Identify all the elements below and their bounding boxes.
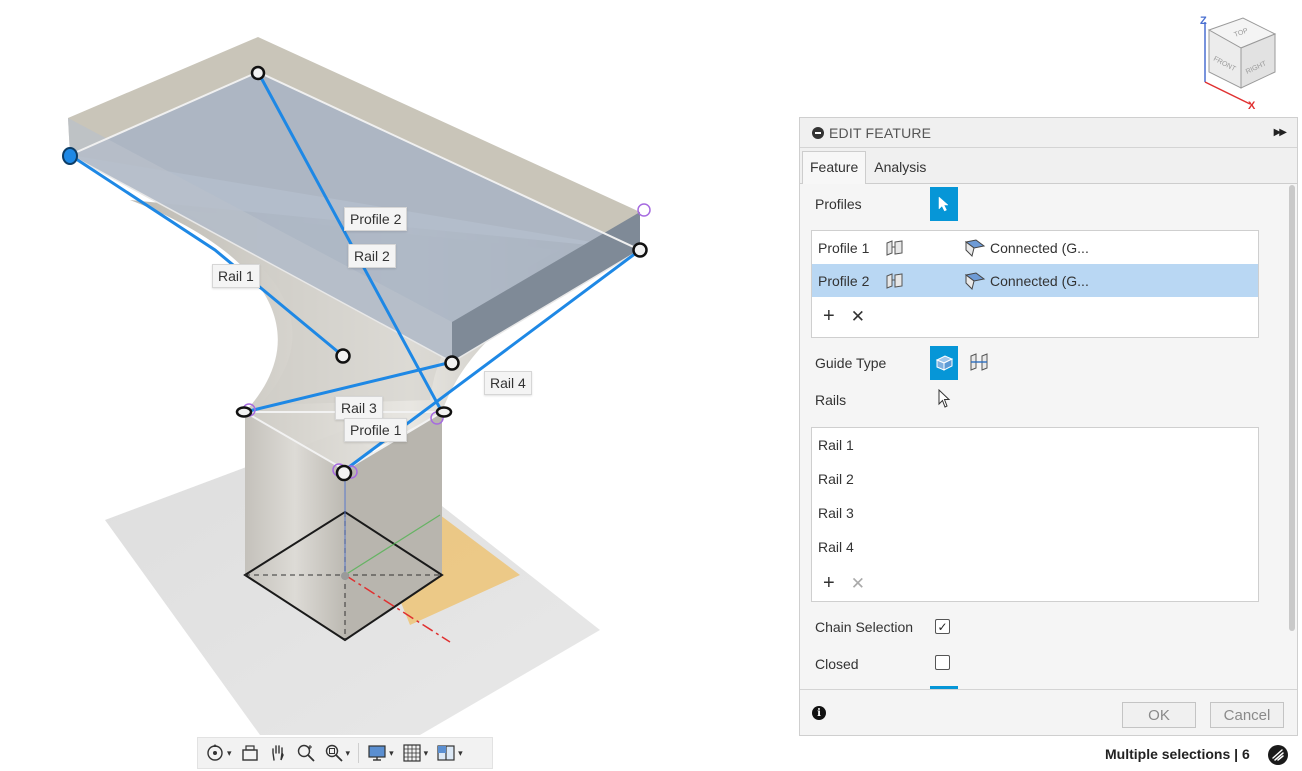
rail-row[interactable]: Rail 3: [812, 496, 1258, 530]
zoom-icon: [297, 744, 315, 762]
orbit-icon: [207, 744, 223, 761]
cancel-button[interactable]: Cancel: [1210, 702, 1284, 728]
fit-icon: [325, 744, 343, 762]
add-profile-button[interactable]: +: [823, 306, 835, 326]
dialog-title: EDIT FEATURE: [829, 124, 932, 141]
guide-type-label: Guide Type: [815, 355, 887, 371]
selection-filter-icon[interactable]: [1268, 745, 1288, 765]
display-settings-icon: [368, 745, 386, 761]
rail-row[interactable]: Rail 1: [812, 428, 1258, 462]
navigation-toolbar: ▾ ▾ ▾ ▾ ▾: [197, 737, 493, 769]
axis-z-label: Z: [1200, 15, 1207, 27]
canvas-viewport[interactable]: Profile 2 Rail 2 Rail 1 Rail 4 Rail 3 Pr…: [0, 0, 790, 771]
centerline-guide-icon: [970, 353, 988, 371]
dialog-header[interactable]: EDIT FEATURE ▶▶: [800, 118, 1297, 148]
callout-profile-1: Profile 1: [344, 418, 408, 442]
dialog-footer: i OK Cancel: [800, 689, 1297, 735]
remove-profile-button[interactable]: ✕: [851, 308, 865, 325]
callout-rail-4: Rail 4: [484, 371, 532, 395]
rail-row[interactable]: Rail 4: [812, 530, 1258, 564]
chain-selection-label: Chain Selection: [815, 619, 914, 635]
connected-icon[interactable]: [964, 271, 986, 290]
orbit-button[interactable]: ▾: [202, 740, 235, 766]
display-settings-button[interactable]: ▾: [364, 740, 397, 766]
ok-button[interactable]: OK: [1122, 702, 1196, 728]
tab-feature[interactable]: Feature: [802, 151, 867, 184]
profiles-select-button[interactable]: [930, 187, 958, 221]
zoom-button[interactable]: [293, 740, 319, 766]
guide-type-centerline-button[interactable]: [968, 351, 990, 378]
remove-rail-button[interactable]: ✕: [851, 575, 865, 592]
selected-vertex-handle[interactable]: [62, 147, 78, 165]
rails-list-actions: + ✕: [812, 564, 1258, 602]
collapse-icon[interactable]: [812, 126, 824, 139]
axis-x-label: X: [1248, 100, 1256, 110]
rails-list: Rail 1 Rail 2 Rail 3 Rail 4 + ✕: [811, 427, 1259, 602]
closed-checkbox[interactable]: [935, 655, 950, 670]
profile-continuity[interactable]: Connected (G...: [990, 240, 1089, 256]
dialog-body: Profiles Profile 1 Connected (G... Profi…: [800, 185, 1287, 689]
callout-profile-2: Profile 2: [344, 207, 408, 231]
rails-label: Rails: [815, 392, 847, 408]
profiles-label: Profiles: [815, 196, 862, 212]
view-cube[interactable]: Z X TOP FRONT RIGHT: [1195, 12, 1285, 112]
chain-selection-checkbox[interactable]: ✓: [935, 619, 950, 634]
profiles-list-actions: + ✕: [812, 297, 1258, 335]
dialog-tabs: Feature Analysis: [800, 148, 1297, 184]
profile-tangency-icon[interactable]: [884, 239, 964, 257]
dialog-scrollbar[interactable]: [1289, 185, 1295, 631]
profile-row[interactable]: Profile 1 Connected (G...: [812, 231, 1258, 264]
profiles-list: Profile 1 Connected (G... Profile 2 Conn…: [811, 230, 1259, 338]
callout-rail-2: Rail 2: [348, 244, 396, 268]
fit-button[interactable]: ▾: [321, 740, 354, 766]
viewports-icon: [437, 745, 455, 761]
cursor-arrow-icon: [938, 196, 949, 212]
callout-rail-1: Rail 1: [212, 264, 260, 288]
origin-point: [341, 572, 349, 580]
model-scene[interactable]: [0, 0, 790, 771]
profile-name: Profile 2: [818, 272, 870, 289]
rails-guide-icon: [935, 355, 954, 371]
rails-select-button[interactable]: [937, 388, 951, 414]
connected-icon[interactable]: [964, 238, 986, 257]
expand-panel-icon[interactable]: ▶▶: [1274, 127, 1287, 138]
closed-label: Closed: [815, 656, 859, 672]
profile-tangency-icon[interactable]: [884, 272, 964, 290]
profile-name: Profile 1: [818, 239, 870, 256]
profile-row-selected[interactable]: Profile 2 Connected (G...: [812, 264, 1258, 297]
info-icon[interactable]: i: [812, 706, 826, 720]
look-at-button[interactable]: [237, 740, 263, 766]
callout-rail-3: Rail 3: [335, 396, 383, 420]
rail-row[interactable]: Rail 2: [812, 462, 1258, 496]
pan-button[interactable]: [265, 740, 291, 766]
cursor-arrow-icon: [938, 388, 951, 408]
grid-button[interactable]: ▾: [399, 740, 432, 766]
guide-type-rails-button[interactable]: [930, 346, 958, 380]
grid-icon: [402, 744, 421, 762]
selection-status: Multiple selections | 6: [1105, 746, 1250, 762]
edit-feature-dialog: EDIT FEATURE ▶▶ Feature Analysis Profile…: [799, 117, 1298, 736]
look-at-icon: [241, 745, 258, 761]
toolbar-divider: [358, 743, 360, 763]
profile-continuity[interactable]: Connected (G...: [990, 273, 1089, 289]
add-rail-button[interactable]: +: [823, 573, 835, 593]
viewports-button[interactable]: ▾: [433, 740, 466, 766]
pan-icon: [271, 745, 284, 761]
tab-analysis[interactable]: Analysis: [866, 151, 934, 183]
